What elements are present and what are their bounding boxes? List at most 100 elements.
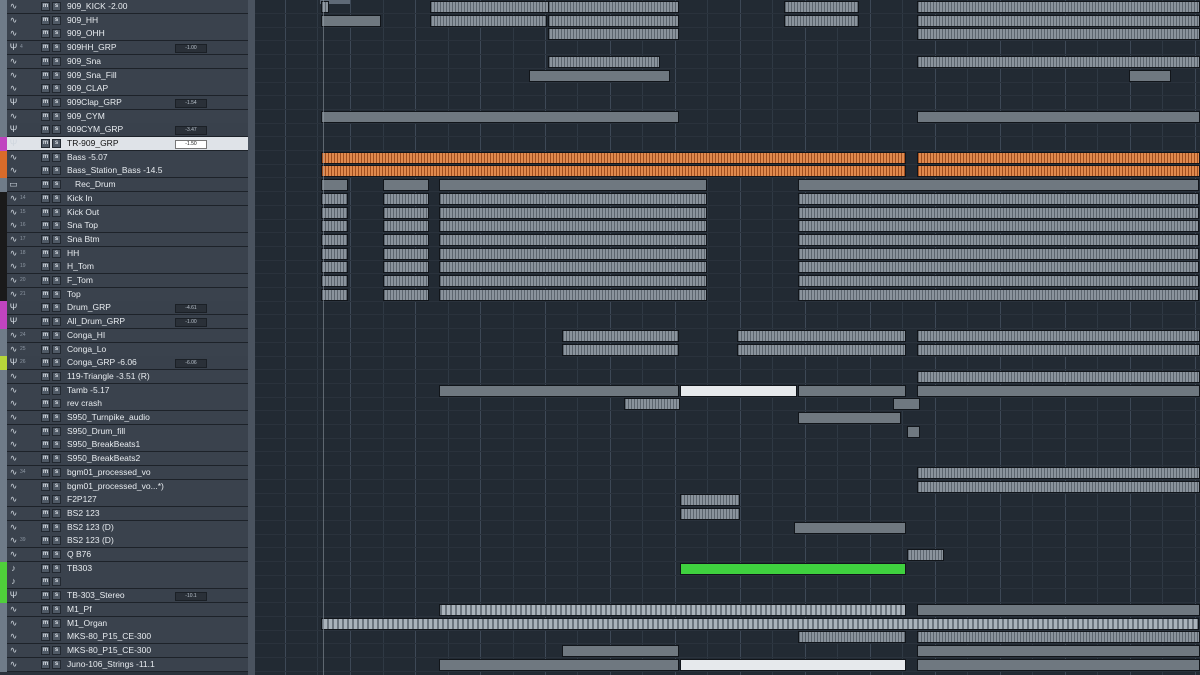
solo-button[interactable]: s	[52, 71, 61, 80]
mute-button[interactable]: m	[41, 57, 50, 66]
track-color-strip[interactable]	[0, 123, 7, 137]
mute-button[interactable]: m	[41, 331, 50, 340]
track-color-strip[interactable]	[0, 493, 7, 507]
track-color-strip[interactable]	[0, 315, 7, 329]
track-row[interactable]: ∿ 39 m s BS2 123 (D)	[0, 534, 255, 548]
arrange-view[interactable]	[255, 0, 1200, 675]
solo-button[interactable]: s	[52, 125, 61, 134]
track-color-strip[interactable]	[0, 507, 7, 521]
audio-event[interactable]	[548, 56, 660, 68]
audio-event[interactable]	[321, 165, 906, 177]
track-color-strip[interactable]	[0, 411, 7, 425]
track-row[interactable]: ∿ m s M1_Pf	[0, 603, 255, 617]
audio-event[interactable]	[383, 261, 429, 273]
solo-button[interactable]: s	[52, 386, 61, 395]
track-name[interactable]: HH	[67, 247, 79, 260]
solo-button[interactable]: s	[52, 29, 61, 38]
audio-event[interactable]	[917, 645, 1200, 657]
audio-event[interactable]	[439, 179, 707, 191]
audio-event[interactable]	[321, 234, 348, 246]
track-name[interactable]: 909_HH	[67, 14, 98, 27]
track-row[interactable]: ∿ m s bgm01_processed_vo...*)	[0, 480, 255, 494]
solo-button[interactable]: s	[52, 550, 61, 559]
track-name[interactable]: Sna Top	[67, 219, 98, 232]
solo-button[interactable]: s	[52, 495, 61, 504]
track-name[interactable]: Top	[67, 288, 81, 301]
audio-event[interactable]	[548, 1, 679, 13]
track-color-strip[interactable]	[0, 69, 7, 83]
audio-event[interactable]	[917, 604, 1200, 616]
audio-event[interactable]	[798, 275, 1199, 287]
track-row[interactable]: Ψm s TR-909_GRP -1.50	[0, 137, 255, 151]
track-color-strip[interactable]	[0, 425, 7, 439]
track-row[interactable]: ∿ m s Bass -5.07	[0, 151, 255, 165]
track-name[interactable]: All_Drum_GRP	[67, 315, 125, 328]
mute-button[interactable]: m	[41, 619, 50, 628]
track-volume-field[interactable]: -1.54	[175, 99, 207, 108]
mute-button[interactable]: m	[41, 43, 50, 52]
track-row[interactable]: ∿ m s BS2 123	[0, 507, 255, 521]
track-color-strip[interactable]	[0, 219, 7, 233]
track-name[interactable]: BS2 123 (D)	[67, 521, 114, 534]
mute-button[interactable]: m	[41, 262, 50, 271]
track-row[interactable]: ∿ 24 m s Conga_HI	[0, 329, 255, 343]
audio-event[interactable]	[383, 275, 429, 287]
solo-button[interactable]: s	[52, 536, 61, 545]
solo-button[interactable]: s	[52, 646, 61, 655]
mute-button[interactable]: m	[41, 495, 50, 504]
audio-event[interactable]	[321, 152, 906, 164]
mute-button[interactable]: m	[41, 564, 50, 573]
solo-button[interactable]: s	[52, 372, 61, 381]
track-color-strip[interactable]	[0, 384, 7, 398]
solo-button[interactable]: s	[52, 619, 61, 628]
track-name[interactable]: S950_Drum_fill	[67, 425, 125, 438]
audio-event[interactable]	[439, 261, 707, 273]
audio-event[interactable]	[680, 385, 797, 397]
solo-button[interactable]: s	[52, 180, 61, 189]
track-name[interactable]: MKS-80_P15_CE-300	[67, 630, 151, 643]
track-name[interactable]: Conga_HI	[67, 329, 105, 342]
audio-event[interactable]	[917, 481, 1200, 493]
track-name[interactable]: 909Clap_GRP	[67, 96, 122, 109]
track-name[interactable]: Kick Out	[67, 206, 99, 219]
mute-button[interactable]: m	[41, 386, 50, 395]
track-row[interactable]: Ψ 4 m s 909HH_GRP -1.00	[0, 41, 255, 55]
solo-button[interactable]: s	[52, 523, 61, 532]
track-color-strip[interactable]	[0, 466, 7, 480]
audio-event[interactable]	[439, 289, 707, 301]
audio-event[interactable]	[798, 385, 906, 397]
mute-button[interactable]: m	[41, 235, 50, 244]
solo-button[interactable]: s	[52, 413, 61, 422]
track-row[interactable]: ∿ m s S950_BreakBeats1	[0, 438, 255, 452]
track-row[interactable]: ∿ m s Tamb -5.17	[0, 384, 255, 398]
track-name[interactable]: M1_Pf	[67, 603, 92, 616]
track-name[interactable]: 119-Triangle -3.51 (R)	[67, 370, 150, 383]
mute-button[interactable]: m	[41, 112, 50, 121]
audio-event[interactable]	[798, 220, 1199, 232]
mute-button[interactable]: m	[41, 632, 50, 641]
mute-button[interactable]: m	[41, 427, 50, 436]
audio-event[interactable]	[917, 385, 1200, 397]
audio-event[interactable]	[798, 234, 1199, 246]
solo-button[interactable]: s	[52, 454, 61, 463]
audio-event[interactable]	[907, 426, 920, 438]
audio-event[interactable]	[430, 15, 547, 27]
track-name[interactable]: M1_Organ	[67, 617, 107, 630]
solo-button[interactable]: s	[52, 427, 61, 436]
audio-event[interactable]	[798, 261, 1199, 273]
mute-button[interactable]: m	[41, 345, 50, 354]
track-row[interactable]: ∿ m s 909_Sna	[0, 55, 255, 69]
mute-button[interactable]: m	[41, 536, 50, 545]
solo-button[interactable]: s	[52, 482, 61, 491]
mute-button[interactable]: m	[41, 413, 50, 422]
track-row[interactable]: ∿ 18 m s HH	[0, 247, 255, 261]
audio-event[interactable]	[798, 412, 901, 424]
track-color-strip[interactable]	[0, 301, 7, 315]
solo-button[interactable]: s	[52, 98, 61, 107]
track-row[interactable]: Ψm s All_Drum_GRP -1.00	[0, 315, 255, 329]
audio-event[interactable]	[430, 1, 557, 13]
track-row[interactable]: ∿ 14 m s Kick In	[0, 192, 255, 206]
audio-event[interactable]	[680, 659, 906, 671]
track-name[interactable]: MKS-80_P15_CE-300	[67, 644, 151, 657]
mute-button[interactable]: m	[41, 208, 50, 217]
